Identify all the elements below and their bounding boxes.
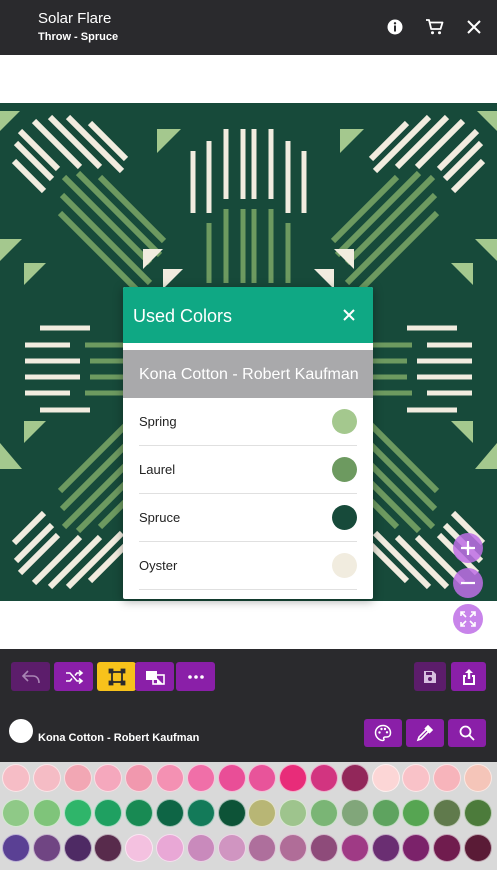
palette-swatch[interactable]	[125, 834, 154, 862]
palette-swatch[interactable]	[340, 834, 369, 862]
edit-toolbar	[0, 649, 497, 707]
palette-swatch[interactable]	[156, 764, 184, 792]
palette-swatch[interactable]	[32, 764, 61, 792]
palette-swatch[interactable]	[217, 834, 246, 862]
eyedropper-button[interactable]	[406, 719, 444, 747]
palette-swatch[interactable]	[156, 834, 184, 862]
palette-swatch[interactable]	[186, 764, 215, 792]
palette-swatch[interactable]	[186, 799, 215, 827]
color-row-spruce: Spruce	[139, 494, 357, 542]
palette-swatch[interactable]	[217, 799, 246, 827]
swap-colors-button[interactable]	[135, 662, 174, 691]
palette-swatch[interactable]	[433, 799, 462, 827]
palette-swatch[interactable]	[32, 799, 61, 827]
palette-swatch[interactable]	[464, 834, 492, 862]
cart-icon[interactable]	[424, 16, 446, 38]
color-name: Oyster	[139, 558, 178, 573]
palette-swatch[interactable]	[94, 799, 123, 827]
palette-swatch[interactable]	[125, 799, 154, 827]
fabric-brand-heading: Kona Cotton - Robert Kaufman	[123, 350, 373, 398]
color-name: Spring	[139, 414, 177, 429]
palette-swatch[interactable]	[433, 834, 462, 862]
undo-button[interactable]	[11, 662, 50, 691]
palette-button[interactable]	[364, 719, 402, 747]
palette-swatch[interactable]	[125, 764, 154, 792]
palette-swatch[interactable]	[248, 799, 277, 827]
palette-swatch[interactable]	[279, 764, 308, 792]
palette-swatch[interactable]	[279, 799, 308, 827]
palette-swatch[interactable]	[310, 834, 338, 862]
fabric-brand-name: Kona Cotton - Robert Kaufman	[38, 732, 200, 744]
color-swatch	[332, 409, 357, 434]
color-palette	[0, 762, 497, 870]
app-header: Solar Flare Throw - Spruce	[0, 0, 497, 55]
palette-swatch[interactable]	[63, 799, 92, 827]
zoom-in-button[interactable]	[453, 533, 483, 563]
palette-swatch[interactable]	[371, 834, 400, 862]
palette-swatch[interactable]	[371, 799, 400, 827]
share-button[interactable]	[451, 662, 486, 691]
close-dialog-icon[interactable]	[339, 305, 359, 325]
color-row-oyster: Oyster	[139, 542, 357, 590]
palette-swatch[interactable]	[371, 764, 400, 792]
save-button[interactable]	[414, 662, 446, 691]
palette-swatch[interactable]	[32, 834, 61, 862]
select-button[interactable]	[97, 662, 136, 691]
palette-swatch[interactable]	[340, 764, 369, 792]
search-button[interactable]	[448, 719, 486, 747]
palette-swatch[interactable]	[464, 799, 492, 827]
palette-swatch[interactable]	[402, 764, 431, 792]
palette-swatch[interactable]	[279, 834, 308, 862]
palette-swatch[interactable]	[63, 834, 92, 862]
fit-screen-button[interactable]	[453, 604, 483, 634]
palette-swatch[interactable]	[340, 799, 369, 827]
color-name: Laurel	[139, 462, 176, 477]
color-swatch	[332, 457, 357, 482]
color-swatch	[332, 505, 357, 530]
palette-swatch[interactable]	[186, 834, 215, 862]
color-row-spring: Spring	[139, 398, 357, 446]
dialog-title: Used Colors	[133, 306, 233, 326]
palette-swatch[interactable]	[2, 764, 30, 792]
selected-color-indicator	[9, 719, 33, 743]
used-colors-dialog: Used Colors Kona Cotton - Robert Kaufman…	[123, 287, 373, 599]
palette-swatch[interactable]	[402, 799, 431, 827]
palette-swatch[interactable]	[248, 764, 277, 792]
palette-swatch[interactable]	[2, 834, 30, 862]
info-icon[interactable]	[384, 16, 406, 38]
pattern-subtitle: Throw - Spruce	[38, 31, 119, 43]
palette-swatch[interactable]	[2, 799, 30, 827]
palette-swatch[interactable]	[310, 764, 338, 792]
pattern-title: Solar Flare	[38, 10, 112, 27]
color-row-laurel: Laurel	[139, 446, 357, 494]
palette-swatch[interactable]	[156, 799, 184, 827]
fabric-brand-bar: Kona Cotton - Robert Kaufman	[0, 707, 497, 762]
palette-swatch[interactable]	[464, 764, 492, 792]
palette-swatch[interactable]	[248, 834, 277, 862]
palette-swatch[interactable]	[310, 799, 338, 827]
color-swatch	[332, 553, 357, 578]
palette-swatch[interactable]	[402, 834, 431, 862]
palette-swatch[interactable]	[217, 764, 246, 792]
palette-swatch[interactable]	[94, 764, 123, 792]
dialog-header: Used Colors	[123, 287, 373, 343]
palette-swatch[interactable]	[63, 764, 92, 792]
shuffle-button[interactable]	[54, 662, 93, 691]
zoom-out-button[interactable]	[453, 568, 483, 598]
color-name: Spruce	[139, 510, 181, 525]
more-options-button[interactable]	[176, 662, 215, 691]
palette-swatch[interactable]	[433, 764, 462, 792]
color-list: Spring Laurel Spruce Oyster	[123, 398, 373, 590]
close-icon[interactable]	[463, 16, 485, 38]
palette-swatch[interactable]	[94, 834, 123, 862]
